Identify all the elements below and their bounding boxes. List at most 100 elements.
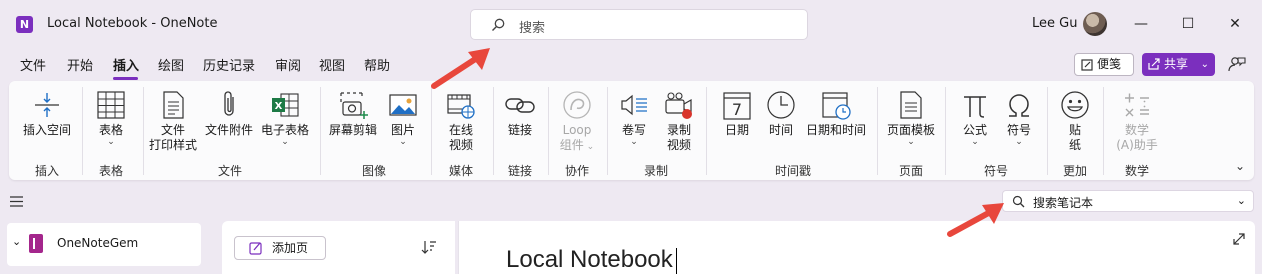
online-video-icon (447, 94, 475, 119)
sticky-notes-button[interactable]: 便笺 (1074, 53, 1134, 76)
smiley-icon (1061, 91, 1089, 119)
feedback-icon[interactable] (1228, 55, 1246, 73)
screen-clipping-label: 屏幕剪辑 (328, 123, 377, 137)
maximize-button[interactable]: ☐ (1177, 13, 1199, 35)
chevron-down-icon[interactable]: ⌄ (1237, 194, 1246, 207)
group-label-collaborate: 协作 (564, 164, 589, 178)
record-video-button[interactable]: 录制 视频 (659, 89, 699, 153)
file-printout-label: 文件 (160, 123, 185, 137)
group-label-media: 媒体 (448, 164, 473, 178)
ribbon: 插入空间 插入 表格 ⌄ 表格 文件 打印样式 文件附件 X 电子表格 ⌄ 文件… (9, 81, 1254, 180)
record-video-label-2: 视频 (666, 138, 691, 152)
group-separator (1047, 87, 1048, 175)
close-button[interactable]: ✕ (1224, 13, 1246, 35)
chevron-down-icon: ⌄ (1200, 59, 1209, 70)
symbol-label: 符号 (1006, 123, 1031, 137)
menu-help[interactable]: 帮助 (364, 55, 390, 74)
menu-history[interactable]: 历史记录 (203, 55, 255, 74)
add-page-button[interactable]: 添加页 (234, 236, 326, 260)
menu-view[interactable]: 视图 (319, 55, 345, 74)
insert-space-icon (35, 93, 59, 117)
date-button[interactable]: 7 日期 (717, 89, 757, 138)
group-label-images: 图像 (361, 164, 386, 178)
picture-button[interactable]: 图片 ⌄ (383, 89, 423, 147)
time-label: 时间 (768, 123, 793, 137)
table-icon (97, 91, 125, 119)
link-button[interactable]: 链接 (499, 89, 541, 138)
online-video-button[interactable]: 在线 视频 (437, 89, 485, 153)
sort-icon[interactable] (421, 240, 437, 254)
sticky-note-icon (1081, 59, 1093, 71)
math-label-2: (A)助手 (1116, 138, 1158, 152)
picture-icon (389, 94, 417, 116)
chevron-down-icon[interactable]: ⌄ (12, 235, 21, 248)
hamburger-menu-icon[interactable] (10, 196, 23, 207)
date-time-button[interactable]: 日期和时间 (803, 89, 869, 138)
group-separator (706, 87, 707, 175)
pi-icon (964, 96, 986, 118)
record-video-label: 录制 (666, 123, 691, 137)
record-video-icon (665, 92, 692, 119)
minimize-button[interactable]: — (1130, 13, 1152, 35)
picture-label: 图片 (390, 123, 415, 137)
online-video-label: 在线 (448, 123, 473, 137)
file-printout-button[interactable]: 文件 打印样式 (147, 89, 199, 153)
omega-icon (1009, 94, 1029, 117)
file-attachment-button[interactable]: 文件附件 (201, 89, 257, 138)
add-page-label: 添加页 (272, 241, 309, 255)
chevron-down-icon: ⌄ (583, 142, 595, 152)
expand-icon[interactable] (1233, 233, 1245, 245)
file-printout-icon (163, 91, 184, 119)
menu-bar: 文件 开始 插入 绘图 历史记录 审阅 视图 帮助 (0, 50, 1262, 80)
page-templates-button[interactable]: 页面模板 ⌄ (883, 89, 939, 147)
chevron-down-icon: ⌄ (907, 137, 915, 147)
user-name[interactable]: Lee Gu (1032, 16, 1077, 31)
loop-label: Loop (562, 123, 592, 137)
link-label: 链接 (507, 123, 532, 137)
math-assistant-button[interactable]: 数学 (A)助手 (1109, 89, 1165, 153)
notebook-name[interactable]: OneNoteGem (57, 236, 138, 250)
loop-component-button[interactable]: Loop 组件 ⌄ (554, 89, 600, 155)
dictate-label: 卷写 (621, 123, 646, 137)
calendar-icon: 7 (723, 92, 751, 120)
share-label: 共享 (1164, 57, 1189, 71)
user-avatar[interactable] (1083, 12, 1107, 36)
search-box[interactable]: 搜索 (470, 9, 808, 40)
annotation-arrow-icon (947, 203, 1004, 237)
share-button[interactable]: 共享 ⌄ (1142, 53, 1215, 76)
insert-space-label: 插入空间 (22, 123, 71, 137)
menu-insert[interactable]: 插入 (113, 55, 139, 74)
dictate-button[interactable]: 卷写 ⌄ (613, 89, 655, 147)
time-button[interactable]: 时间 (763, 89, 799, 138)
add-page-icon (249, 242, 262, 255)
group-label-links: 链接 (507, 164, 532, 178)
window-title: Local Notebook - OneNote (47, 16, 218, 31)
group-label-timestamp: 时间戳 (774, 164, 811, 178)
menu-draw[interactable]: 绘图 (158, 55, 184, 74)
menu-review[interactable]: 审阅 (275, 55, 301, 74)
excel-icon: X (272, 93, 299, 117)
table-label: 表格 (98, 123, 123, 137)
chevron-down-icon: ⌄ (107, 137, 115, 147)
page-canvas[interactable]: Local Notebook (458, 221, 1255, 274)
symbol-button[interactable]: 符号 ⌄ (999, 89, 1039, 147)
group-label-record: 录制 (643, 164, 668, 178)
group-label-file: 文件 (217, 164, 242, 178)
ribbon-expand-chevron-icon[interactable]: ⌄ (1235, 159, 1245, 173)
menu-file[interactable]: 文件 (20, 55, 46, 74)
spreadsheet-button[interactable]: X 电子表格 ⌄ (257, 89, 313, 147)
screen-clipping-button[interactable]: 屏幕剪辑 (325, 89, 381, 138)
calendar-clock-icon (822, 92, 851, 120)
notebook-list: ⌄ OneNoteGem (7, 223, 201, 266)
clock-icon (767, 91, 795, 119)
page-template-icon (900, 91, 922, 119)
notebook-search-box[interactable]: 搜索笔记本 ⌄ (1002, 190, 1254, 212)
loop-icon (563, 91, 591, 119)
equation-button[interactable]: 公式 ⌄ (953, 89, 997, 147)
stickers-button[interactable]: 贴 纸 (1055, 89, 1095, 153)
page-title[interactable]: Local Notebook (506, 246, 677, 274)
insert-space-button[interactable]: 插入空间 (19, 89, 75, 138)
table-button[interactable]: 表格 ⌄ (87, 89, 135, 147)
menu-home[interactable]: 开始 (67, 55, 93, 74)
search-icon (492, 18, 505, 31)
